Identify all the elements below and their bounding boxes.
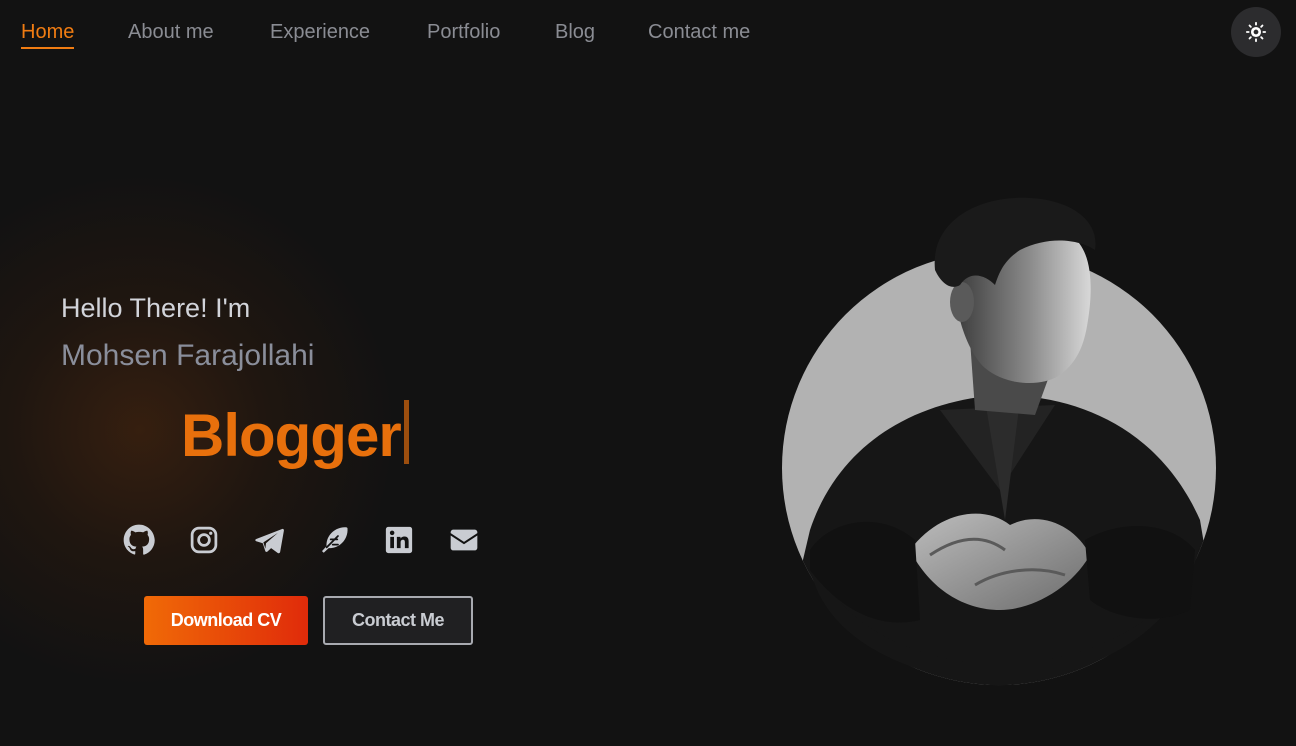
- hero-greeting: Hello There! I'm: [61, 293, 251, 323]
- sun-icon: [1245, 21, 1267, 43]
- email-icon: [450, 529, 478, 551]
- instagram-icon: [190, 526, 218, 554]
- contact-me-button[interactable]: Contact Me: [323, 596, 473, 645]
- feather-icon: [322, 527, 348, 553]
- nav-item-blog[interactable]: Blog: [555, 18, 595, 46]
- nav-item-home[interactable]: Home: [21, 18, 75, 49]
- hero-role-text: Blogger: [181, 402, 402, 469]
- download-cv-button[interactable]: Download CV: [144, 596, 308, 645]
- top-nav: Home About me Experience Portfolio Blog …: [0, 0, 1296, 64]
- email-link[interactable]: [446, 522, 482, 558]
- nav-item-about-me[interactable]: About me: [128, 18, 214, 46]
- page: Home About me Experience Portfolio Blog …: [0, 0, 1296, 746]
- github-icon: [123, 524, 155, 555]
- github-link[interactable]: [121, 522, 157, 558]
- typing-cursor: [403, 400, 409, 464]
- nav-item-portfolio[interactable]: Portfolio: [427, 18, 500, 46]
- theme-toggle-button[interactable]: [1231, 7, 1281, 57]
- instagram-link[interactable]: [186, 522, 222, 558]
- nav-item-experience[interactable]: Experience: [270, 18, 370, 46]
- linkedin-link[interactable]: [381, 522, 417, 558]
- telegram-icon: [255, 528, 284, 554]
- hero-name: Mohsen Farajollahi: [61, 339, 315, 372]
- feather-link[interactable]: [316, 522, 352, 558]
- nav-item-contact-me[interactable]: Contact me: [648, 18, 750, 46]
- linkedin-icon: [385, 526, 413, 554]
- profile-portrait: [782, 197, 1216, 686]
- hero-role: Blogger: [181, 400, 409, 472]
- telegram-link[interactable]: [251, 522, 287, 558]
